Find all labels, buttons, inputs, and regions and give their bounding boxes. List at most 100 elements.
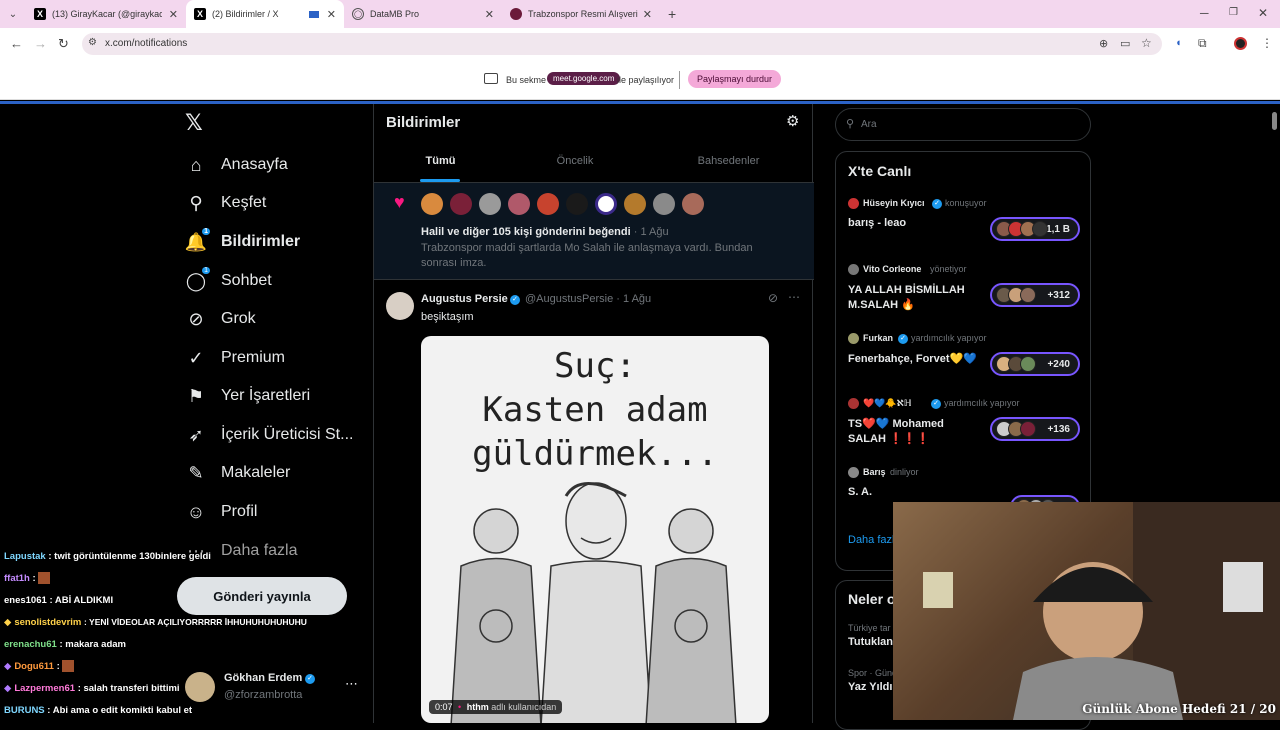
webcam-overlay: Günlük Abone Hedefi 21 / 20 <box>893 502 1280 720</box>
person-icon: ☺ <box>186 501 206 522</box>
nav-grok[interactable]: ⊘ Grok <box>185 308 255 330</box>
window-close-icon[interactable]: ✕ <box>1258 6 1268 20</box>
live-listeners-pill[interactable]: +1,1 B <box>990 217 1080 241</box>
live-item[interactable]: ❤️💙🐥ℵℍ ✓ yardımcılık yapıyor TS❤️💙 Moham… <box>836 396 1092 456</box>
chat-icon: ◯ 1 <box>185 267 210 291</box>
chat-message: enes1061 : ABİ ALDIKMI <box>4 594 114 606</box>
page-title: Bildirimler <box>386 114 461 131</box>
share-suffix: ile paylaşılıyor <box>617 75 675 85</box>
settings-gear-icon[interactable]: ⚙ <box>786 112 799 130</box>
video-info-badge: 0:07 • hthm adlı kullanıcıdan <box>429 700 563 714</box>
avatar[interactable] <box>682 193 704 215</box>
video-caption: Suç: Kasten adam güldürmek... <box>472 346 718 474</box>
tab-all[interactable]: Tümü <box>374 144 507 182</box>
live-listeners-pill[interactable]: +312 <box>990 283 1080 307</box>
liker-avatars <box>421 193 704 215</box>
grok-icon[interactable]: ⊘ <box>768 291 778 305</box>
verified-icon: ✓ <box>510 295 520 305</box>
browser-tab-active[interactable]: X (2) Bildirimler / X ✕ <box>186 0 344 28</box>
extension-icon[interactable]: ◖ <box>1175 37 1182 49</box>
trend-item[interactable]: Türkiye tar Tutuklan <box>848 623 893 648</box>
avatar[interactable] <box>595 193 617 215</box>
live-item[interactable]: Vito Corleone yönetiyor YA ALLAH BİSMİLL… <box>836 262 1092 322</box>
grok-icon: ⊘ <box>188 308 204 329</box>
notification-badge: 1 <box>202 228 210 235</box>
avatar[interactable] <box>386 292 414 320</box>
browser-tab[interactable]: ◯ DataMB Pro ✕ <box>344 0 502 28</box>
close-tab-icon[interactable]: ✕ <box>485 8 494 21</box>
listener-avatars <box>996 287 1036 303</box>
notifications-column: Bildirimler ⚙ Tümü Öncelik Bahsedenler ♥ <box>373 104 814 723</box>
post-more-icon[interactable]: ⋯ <box>788 290 800 304</box>
avatar[interactable] <box>421 193 443 215</box>
bell-icon: 🔔 1 <box>184 228 210 252</box>
back-icon[interactable]: ← <box>10 36 23 51</box>
chat-message: Lapustak : twit görüntülenme 130binlere … <box>4 550 211 562</box>
browser-tab[interactable]: Trabzonspor Resmi Alışveriş Sit ✕ <box>502 0 660 28</box>
close-tab-icon[interactable]: ✕ <box>327 8 336 21</box>
chat-message: erenachu61 : makara adam <box>4 638 126 650</box>
avatar[interactable] <box>537 193 559 215</box>
bookmark-star-icon[interactable]: ☆ <box>1141 36 1152 50</box>
avatar[interactable] <box>653 193 675 215</box>
x-logo-icon: X <box>194 8 206 20</box>
nav-bookmarks[interactable]: ⚑ Yer İşaretleri <box>185 385 310 407</box>
profile-avatar[interactable] <box>1234 37 1247 50</box>
badge-icon: ◆ <box>4 616 12 628</box>
show-more-link[interactable]: Daha fazl <box>848 534 894 546</box>
avatar[interactable] <box>450 193 472 215</box>
user-icon: • <box>458 702 462 712</box>
globe-icon: ◯ <box>352 8 364 20</box>
extensions-icon[interactable]: ⧉ <box>1198 36 1207 51</box>
nav-home[interactable]: ⌂ Anasayfa <box>185 154 288 176</box>
close-tab-icon[interactable]: ✕ <box>169 8 178 21</box>
address-bar[interactable] <box>82 33 1162 55</box>
nav-chat[interactable]: ◯ 1 Sohbet <box>185 267 272 292</box>
site-info-icon[interactable]: ⚙ <box>88 37 97 48</box>
tab-mentions[interactable]: Bahsedenler <box>643 144 814 182</box>
nav-articles[interactable]: ✎ Makaleler <box>185 462 290 484</box>
forward-icon[interactable]: → <box>34 36 47 51</box>
nav-explore[interactable]: ⚲ Keşfet <box>185 192 266 214</box>
page-scrollbar[interactable] <box>1272 112 1277 130</box>
avatar[interactable] <box>479 193 501 215</box>
zoom-icon[interactable]: ⊕ <box>1099 37 1108 50</box>
minimize-icon[interactable]: ─ <box>1200 6 1209 20</box>
restore-icon[interactable]: ❐ <box>1229 7 1238 18</box>
search-box[interactable]: ⚲ Ara <box>835 108 1091 141</box>
screen-share-bar: Bu sekme meet.google.com ile paylaşılıyo… <box>0 60 1280 100</box>
post-author-name[interactable]: Augustus Persie <box>421 293 508 305</box>
like-notification[interactable]: ♥ Halil ve diğer 105 kişi gönderini beğe… <box>374 183 814 280</box>
trend-item[interactable]: Spor · Günd Yaz Yıldı <box>848 668 897 693</box>
share-divider <box>679 71 680 89</box>
post-item[interactable]: Augustus Persie ✓ @AugustusPersie · 1 Ağ… <box>374 281 814 723</box>
avatar[interactable] <box>566 193 588 215</box>
nav-profile[interactable]: ☺ Profil <box>185 501 258 523</box>
nav-creator-studio[interactable]: ➶ İçerik Üreticisi St... <box>185 424 353 446</box>
browser-menu-icon[interactable]: ⋮ <box>1261 36 1273 50</box>
browser-tab[interactable]: X (13) GirayKacar (@giraykacar) / ✕ <box>26 0 186 28</box>
new-tab-icon[interactable]: + <box>668 6 676 22</box>
avatar[interactable] <box>508 193 530 215</box>
nav-premium[interactable]: ✓ Premium <box>185 347 285 369</box>
x-logo-icon[interactable]: 𝕏 <box>185 110 203 136</box>
close-tab-icon[interactable]: ✕ <box>643 8 652 21</box>
live-listeners-pill[interactable]: +240 <box>990 352 1080 376</box>
address-url[interactable]: x.com/notifications <box>105 38 187 49</box>
verified-icon: ✓ <box>931 399 941 409</box>
share-indicator-icon <box>308 10 319 18</box>
tab-priority[interactable]: Öncelik <box>507 144 643 182</box>
live-item[interactable]: Hüseyin Kıyıcı ✓ konuşuyor barış - leao … <box>836 196 1092 256</box>
live-item[interactable]: Furkan ✓ yardımcılık yapıyor Fenerbahçe,… <box>836 331 1092 391</box>
tab-search-button[interactable]: ⌄ <box>0 9 26 20</box>
live-listeners-pill[interactable]: +136 <box>990 417 1080 441</box>
share-prefix: Bu sekme <box>506 75 547 85</box>
reload-icon[interactable]: ↻ <box>58 36 69 52</box>
rocket-icon: ➶ <box>188 424 204 445</box>
avatar[interactable] <box>624 193 646 215</box>
post-video[interactable]: Suç: Kasten adam güldürmek... 0:07 • hth… <box>421 336 769 723</box>
stop-sharing-button[interactable]: Paylaşmayı durdur <box>688 70 782 88</box>
streamer-silhouette <box>923 502 1280 720</box>
nav-notifications[interactable]: 🔔 1 Bildirimler <box>184 228 300 253</box>
cast-icon[interactable]: ▭ <box>1120 37 1130 50</box>
